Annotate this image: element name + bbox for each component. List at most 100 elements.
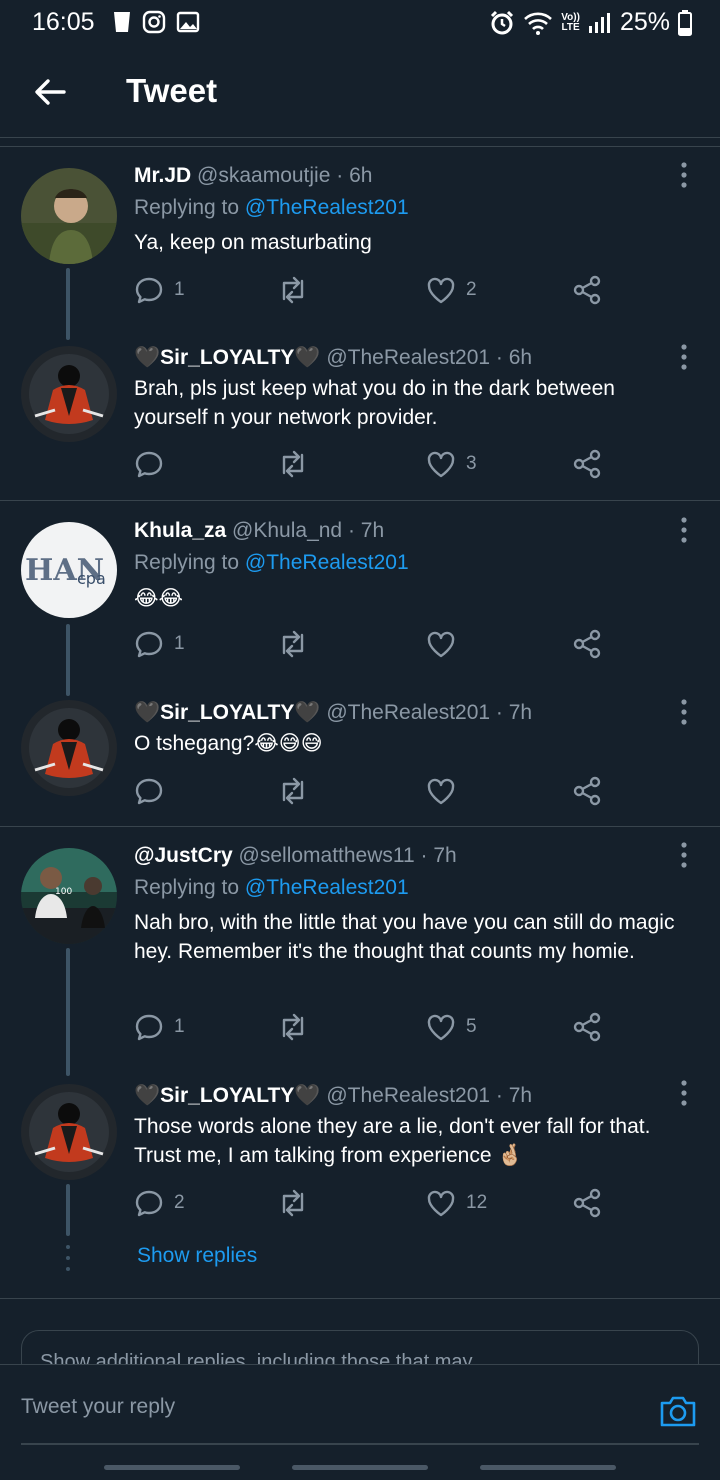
author-handle: @TheRealest201 · 6h <box>326 346 533 369</box>
nav-recents[interactable] <box>104 1465 240 1470</box>
share-icon <box>573 776 601 806</box>
like-button[interactable]: 3 <box>426 446 477 482</box>
share-button[interactable] <box>572 773 602 809</box>
like-icon <box>427 631 455 658</box>
tweet-actions <box>134 773 614 809</box>
wifi-icon <box>524 12 553 35</box>
mention-link[interactable]: @TheRealest201 <box>245 876 409 899</box>
reply-button[interactable] <box>134 773 174 809</box>
status-time: 16:05 <box>32 8 95 36</box>
more-vertical-icon[interactable] <box>676 517 692 543</box>
avatar[interactable]: 100 <box>21 848 117 944</box>
author-name[interactable]: Khula_za <box>134 519 226 542</box>
author-name[interactable]: 🖤Sir_LOYALTY🖤 <box>134 1084 321 1107</box>
instagram-icon <box>142 10 166 34</box>
camera-icon[interactable] <box>658 1391 698 1431</box>
avatar[interactable] <box>21 700 117 796</box>
like-button[interactable] <box>426 773 466 809</box>
like-icon <box>427 277 455 304</box>
share-icon <box>573 629 601 659</box>
like-icon <box>427 778 455 805</box>
thread-line <box>66 948 70 1076</box>
svg-text:100: 100 <box>55 887 72 897</box>
author-handle: @TheRealest201 · 7h <box>326 701 533 724</box>
share-icon <box>573 275 601 305</box>
tweet-text: Those words alone they are a lie, don't … <box>134 1115 651 1167</box>
input-underline <box>21 1443 699 1445</box>
reply-button[interactable]: 1 <box>134 626 185 662</box>
like-button[interactable] <box>426 626 466 662</box>
thread-line <box>66 268 70 340</box>
retweet-button[interactable] <box>276 626 320 662</box>
divider <box>0 826 720 827</box>
like-icon <box>427 451 455 478</box>
mention-link[interactable]: @TheRealest201 <box>245 196 409 219</box>
avatar[interactable]: HAN cpa <box>21 522 117 618</box>
show-replies-link[interactable]: Show replies <box>137 1244 257 1268</box>
retweet-icon <box>282 630 304 658</box>
author-name[interactable]: 🖤Sir_LOYALTY🖤 <box>134 346 321 369</box>
tweet-actions: 1 2 <box>134 272 614 308</box>
tweet-text: Nah bro, with the little that you have y… <box>134 911 675 963</box>
reply-composer: Tweet your reply <box>0 1364 720 1480</box>
reply-button[interactable]: 1 <box>134 272 185 308</box>
author-name[interactable]: @JustCry <box>134 844 233 867</box>
more-vertical-icon[interactable] <box>676 344 692 370</box>
retweet-button[interactable] <box>276 773 320 809</box>
retweet-button[interactable] <box>276 272 320 308</box>
alarm-icon <box>491 10 514 34</box>
retweet-button[interactable] <box>276 1009 320 1045</box>
divider <box>0 146 720 147</box>
like-button[interactable]: 12 <box>426 1185 487 1221</box>
reply-input[interactable]: Tweet your reply <box>21 1395 175 1419</box>
share-button[interactable] <box>572 626 602 662</box>
reply-button[interactable]: 2 <box>134 1185 185 1221</box>
reply-button[interactable] <box>134 446 174 482</box>
avatar[interactable] <box>21 346 117 442</box>
nav-back[interactable] <box>480 1465 616 1470</box>
avatar[interactable] <box>21 1084 117 1180</box>
retweet-icon <box>282 276 304 304</box>
like-icon <box>427 1014 455 1041</box>
retweet-icon <box>282 1013 304 1041</box>
more-vertical-icon[interactable] <box>676 162 692 188</box>
thread-line <box>66 1184 70 1236</box>
retweet-button[interactable] <box>276 446 320 482</box>
share-icon <box>573 1012 601 1042</box>
tweet-text: 😂😂 <box>134 587 184 610</box>
share-button[interactable] <box>572 1009 602 1045</box>
replying-to: Replying to @TheRealest201 <box>134 196 409 219</box>
replying-to: Replying to @TheRealest201 <box>134 876 409 899</box>
like-button[interactable]: 2 <box>426 272 477 308</box>
reply-icon <box>135 778 163 805</box>
author-name[interactable]: 🖤Sir_LOYALTY🖤 <box>134 701 321 724</box>
thread-line <box>66 624 70 696</box>
reply-button[interactable]: 1 <box>134 1009 185 1045</box>
tweet-text: Ya, keep on masturbating <box>134 231 372 254</box>
more-vertical-icon[interactable] <box>676 842 692 868</box>
mention-link[interactable]: @TheRealest201 <box>245 551 409 574</box>
reply-icon <box>135 1190 163 1217</box>
like-button[interactable]: 5 <box>426 1009 477 1045</box>
retweet-icon <box>282 777 304 805</box>
share-button[interactable] <box>572 1185 602 1221</box>
nav-home[interactable] <box>292 1465 428 1470</box>
author-handle: @Khula_nd · 7h <box>232 519 385 542</box>
author-name[interactable]: Mr.JD <box>134 164 191 187</box>
like-icon <box>427 1190 455 1217</box>
share-button[interactable] <box>572 446 602 482</box>
reply-icon <box>135 1014 163 1041</box>
retweet-icon <box>282 450 304 478</box>
replying-to: Replying to @TheRealest201 <box>134 551 409 574</box>
more-vertical-icon[interactable] <box>676 1080 692 1106</box>
back-arrow-icon[interactable] <box>28 70 72 114</box>
status-bar: 16:05 Vo)) LTE 25% <box>0 0 720 46</box>
avatar[interactable] <box>21 168 117 264</box>
retweet-button[interactable] <box>276 1185 320 1221</box>
tweet-text: O tshegang?😂😅😅 <box>134 732 323 755</box>
cup-icon <box>114 12 130 32</box>
more-vertical-icon[interactable] <box>676 699 692 725</box>
signal-icon <box>588 12 610 33</box>
share-button[interactable] <box>572 272 602 308</box>
battery-percent: 25% <box>619 8 670 36</box>
